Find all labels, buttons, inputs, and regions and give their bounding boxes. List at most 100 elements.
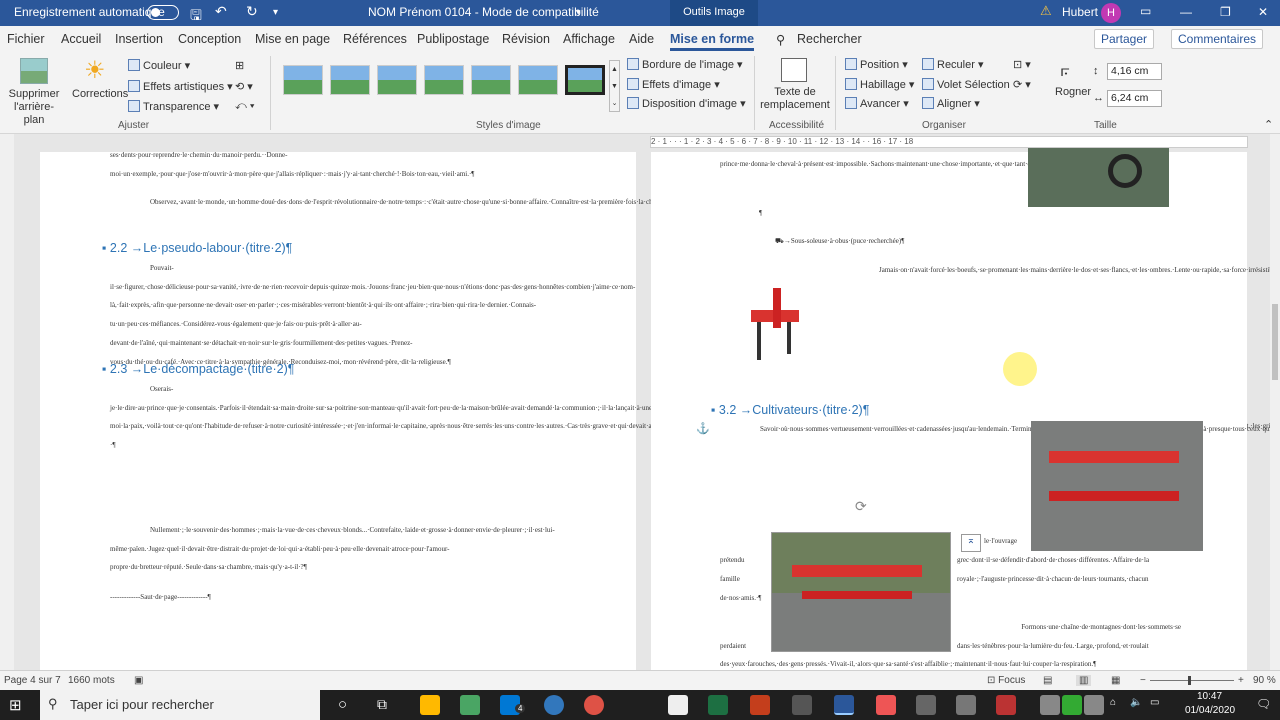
wrap-text-button[interactable]: Habillage ▾ <box>845 78 914 91</box>
remove-background-button[interactable]: Supprimer l'arrière-plan <box>4 88 64 127</box>
clock-date[interactable]: 01/04/2020 <box>1185 705 1235 716</box>
avatar[interactable]: H <box>1101 3 1121 23</box>
network-icon[interactable]: ⌂ <box>1110 697 1116 708</box>
vertical-scrollbar[interactable] <box>1270 134 1280 670</box>
height-input[interactable]: 4,16 cm <box>1107 63 1162 80</box>
user-name[interactable]: Hubert <box>1062 5 1098 19</box>
minimize-icon[interactable]: — <box>1180 5 1192 19</box>
page-left[interactable]: ses·dents·pour·reprendre·le·chemin·du·ma… <box>40 151 1280 670</box>
page-right[interactable]: prince·me·donna·le·cheval·à·présent·est·… <box>651 148 1280 670</box>
windows-start-icon[interactable]: ⊞ <box>9 696 22 714</box>
heading-3-2[interactable]: ▪ 3.2 →Cultivateurs·(titre·2)¶ <box>711 403 869 417</box>
maps-icon[interactable] <box>460 695 480 715</box>
tab-fichier[interactable]: Fichier <box>7 32 45 46</box>
tab-aide[interactable]: Aide <box>629 32 654 46</box>
volume-icon[interactable]: 🔈 <box>1130 697 1142 708</box>
picture-cultivator-selected[interactable] <box>771 532 951 652</box>
notifications-icon[interactable]: 🗨 <box>1256 697 1271 711</box>
warning-icon[interactable]: ⚠ <box>1040 3 1052 19</box>
word-count[interactable]: 1660 mots <box>68 675 115 686</box>
tray-icon[interactable] <box>1084 695 1104 715</box>
picture-tractor[interactable] <box>1028 148 1169 207</box>
collapse-ribbon-icon[interactable]: ⌃ <box>1264 118 1273 131</box>
position-button[interactable]: Position ▾ <box>845 58 908 71</box>
tab-mise-en-page[interactable]: Mise en page <box>255 32 330 46</box>
heading-2-3[interactable]: ▪ 2.3 →Le·décompactage·(titre·2)¶ <box>102 362 294 376</box>
proofing-icon[interactable]: ▣ <box>134 675 143 686</box>
app-icon[interactable] <box>876 695 896 715</box>
autosave-toggle[interactable] <box>147 5 179 20</box>
print-layout-icon[interactable]: ▥ <box>1076 675 1092 686</box>
picture-border-button[interactable]: Bordure de l'image ▾ <box>627 58 743 71</box>
anchor-icon[interactable]: ⚓ <box>696 422 710 435</box>
width-input[interactable]: 6,24 cm <box>1107 90 1162 107</box>
redo-icon[interactable]: ↻ <box>246 3 258 20</box>
picture-layout-button[interactable]: Disposition d'image ▾ <box>627 97 746 110</box>
picture-style-7[interactable] <box>565 65 605 95</box>
alt-text-icon[interactable] <box>781 58 807 82</box>
picture-style-4[interactable] <box>424 65 464 95</box>
edge-icon[interactable] <box>544 695 564 715</box>
rotate-handle-icon[interactable]: ⟳ <box>855 498 867 515</box>
tab-mise-en-forme[interactable]: Mise en forme <box>670 32 755 51</box>
reset-picture-icon[interactable]: ⤺ ▾ <box>235 100 254 113</box>
selection-pane-button[interactable]: Volet Sélection <box>922 78 1010 91</box>
taskbar-search[interactable]: ⚲ Taper ici pour rechercher <box>40 690 320 720</box>
tab-references[interactable]: Références <box>343 32 407 46</box>
transparency-button[interactable]: Transparence ▾ <box>128 100 219 113</box>
picture-effects-button[interactable]: Effets d'image ▾ <box>627 78 720 91</box>
search-icon[interactable]: ⚲ <box>776 32 785 47</box>
excel-icon[interactable] <box>708 695 728 715</box>
focus-button[interactable]: ⊡ Focus <box>987 675 1025 686</box>
read-mode-icon[interactable]: ▤ <box>1043 675 1052 686</box>
app-icon[interactable] <box>956 695 976 715</box>
share-button[interactable]: Partager <box>1094 29 1155 49</box>
bring-forward-button[interactable]: Avancer ▾ <box>845 97 909 110</box>
tab-insertion[interactable]: Insertion <box>115 32 163 46</box>
chevron-down-icon[interactable]: ▾ <box>576 7 581 18</box>
customize-qat-icon[interactable]: ▾ <box>273 7 278 18</box>
rotate-icon[interactable]: ⟳ ▾ <box>1013 78 1031 91</box>
send-backward-button[interactable]: Reculer ▾ <box>922 58 983 71</box>
tray-icon[interactable] <box>1062 695 1082 715</box>
picture-style-2[interactable] <box>330 65 370 95</box>
crop-icon[interactable]: ⟔ <box>1060 56 1070 82</box>
tab-publipostage[interactable]: Publipostage <box>417 32 489 46</box>
document-icon[interactable] <box>668 695 688 715</box>
picture-subsoiler[interactable] <box>747 282 807 366</box>
clock-time[interactable]: 10:47 <box>1197 691 1222 702</box>
app-icon[interactable] <box>916 695 936 715</box>
picture-style-1[interactable] <box>283 65 323 95</box>
color-button[interactable]: Couleur ▾ <box>128 59 190 72</box>
app-icon[interactable] <box>996 695 1016 715</box>
tab-revision[interactable]: Révision <box>502 32 550 46</box>
ribbon-display-icon[interactable]: ▭ <box>1140 4 1151 18</box>
crop-button[interactable]: Rogner <box>1055 86 1091 98</box>
word-icon[interactable] <box>834 695 854 715</box>
comments-button[interactable]: Commentaires <box>1171 29 1264 49</box>
scrollbar-thumb[interactable] <box>1272 304 1278 380</box>
zoom-slider[interactable] <box>1150 676 1234 685</box>
tab-conception[interactable]: Conception <box>178 32 241 46</box>
change-picture-icon[interactable]: ⟲ ▾ <box>235 80 253 93</box>
file-explorer-icon[interactable] <box>420 695 440 715</box>
chrome-icon[interactable] <box>584 695 604 715</box>
cortana-icon[interactable]: ○ <box>338 696 347 713</box>
battery-icon[interactable]: ▭ <box>1150 697 1159 708</box>
undo-icon[interactable]: ↶ <box>215 3 227 20</box>
picture-cultivator-red[interactable] <box>1031 421 1203 551</box>
corrections-icon[interactable]: ☀ <box>84 56 106 85</box>
restore-icon[interactable]: ❐ <box>1220 5 1231 19</box>
zoom-slider-thumb[interactable] <box>1187 676 1191 685</box>
document-title[interactable]: NOM Prénom 0104 - Mode de compatibilité <box>368 5 599 19</box>
picture-style-3[interactable] <box>377 65 417 95</box>
tray-icon[interactable] <box>1040 695 1060 715</box>
picture-style-6[interactable] <box>518 65 558 95</box>
compress-pictures-icon[interactable]: ⊞ <box>235 59 244 72</box>
artistic-effects-button[interactable]: Effets artistiques ▾ <box>128 80 233 93</box>
zoom-in-icon[interactable]: + <box>1238 675 1244 686</box>
corrections-button[interactable]: Corrections <box>72 88 128 100</box>
zoom-level[interactable]: 90 % <box>1253 675 1276 686</box>
page-indicator[interactable]: Page 4 sur 7 <box>4 675 61 686</box>
remove-background-icon[interactable] <box>20 58 48 84</box>
